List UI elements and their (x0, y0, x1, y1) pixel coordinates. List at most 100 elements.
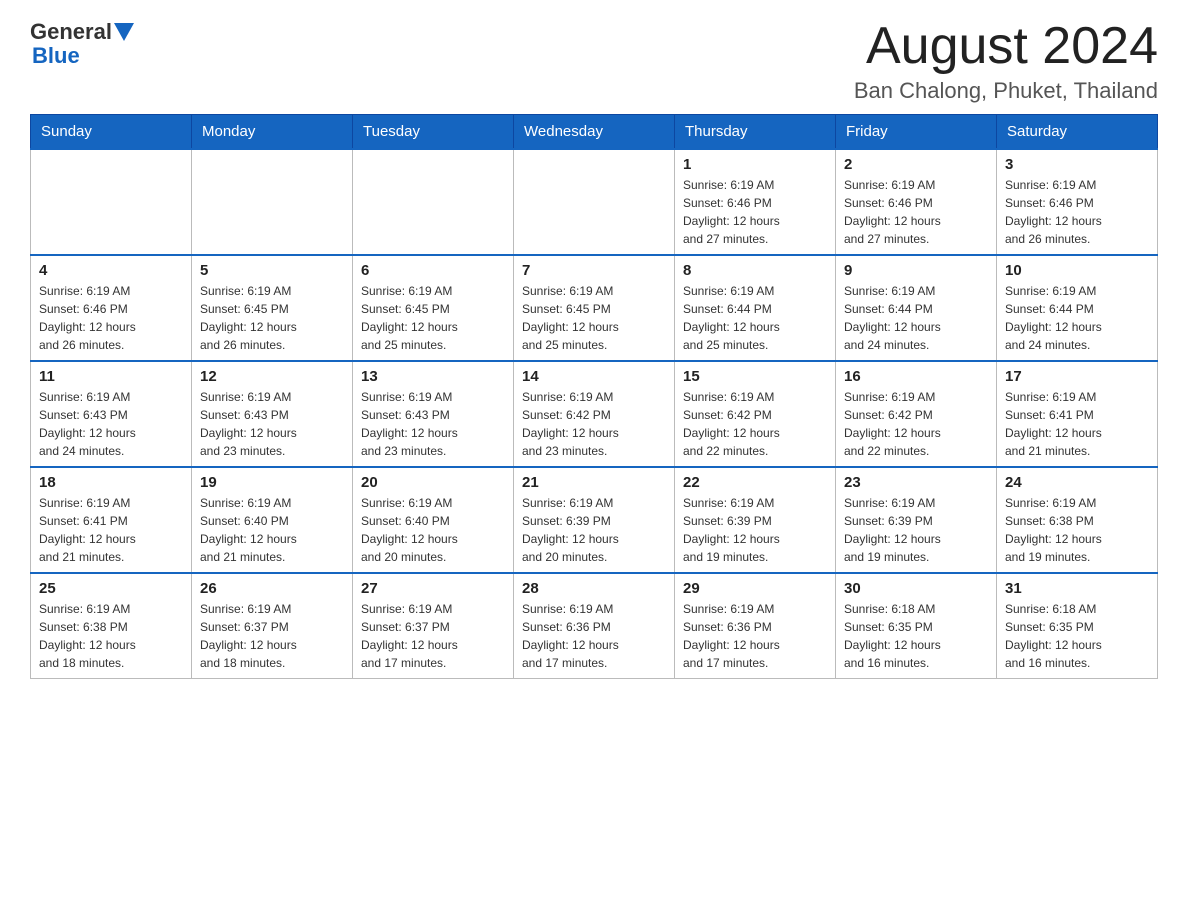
day-info: Sunrise: 6:19 AM Sunset: 6:36 PM Dayligh… (522, 600, 666, 672)
day-number: 26 (200, 580, 344, 597)
day-info: Sunrise: 6:19 AM Sunset: 6:40 PM Dayligh… (200, 494, 344, 566)
day-info: Sunrise: 6:19 AM Sunset: 6:46 PM Dayligh… (844, 176, 988, 248)
day-info: Sunrise: 6:19 AM Sunset: 6:39 PM Dayligh… (683, 494, 827, 566)
logo-arrow-icon (114, 23, 134, 43)
day-info: Sunrise: 6:19 AM Sunset: 6:43 PM Dayligh… (361, 388, 505, 460)
week-row-5: 25Sunrise: 6:19 AM Sunset: 6:38 PM Dayli… (31, 573, 1158, 679)
day-cell: 31 Sunrise: 6:18 AM Sunset: 6:35 PM Dayli… (997, 573, 1158, 679)
day-cell: 23 Sunrise: 6:19 AM Sunset: 6:39 PM Dayli… (836, 467, 997, 573)
day-info: Sunrise: 6:19 AM Sunset: 6:44 PM Dayligh… (844, 282, 988, 354)
day-info: Sunrise: 6:19 AM Sunset: 6:41 PM Dayligh… (1005, 388, 1149, 460)
day-number: 9 (844, 262, 988, 279)
weekday-header-sunday: Sunday (31, 115, 192, 150)
week-row-3: 11Sunrise: 6:19 AM Sunset: 6:43 PM Dayli… (31, 361, 1158, 467)
day-info: Sunrise: 6:19 AM Sunset: 6:45 PM Dayligh… (361, 282, 505, 354)
day-cell (514, 149, 675, 255)
day-info: Sunrise: 6:19 AM Sunset: 6:38 PM Dayligh… (39, 600, 183, 672)
weekday-header-friday: Friday (836, 115, 997, 150)
day-info: Sunrise: 6:19 AM Sunset: 6:46 PM Dayligh… (1005, 176, 1149, 248)
day-cell: 2Sunrise: 6:19 AM Sunset: 6:46 PM Daylig… (836, 149, 997, 255)
day-number: 3 (1005, 156, 1149, 173)
day-info: Sunrise: 6:19 AM Sunset: 6:43 PM Dayligh… (39, 388, 183, 460)
weekday-header-row: SundayMondayTuesdayWednesdayThursdayFrid… (31, 115, 1158, 150)
day-info: Sunrise: 6:19 AM Sunset: 6:39 PM Dayligh… (522, 494, 666, 566)
day-cell: 20 Sunrise: 6:19 AM Sunset: 6:40 PM Dayli… (353, 467, 514, 573)
day-number: 28 (522, 580, 666, 597)
day-cell: 27Sunrise: 6:19 AM Sunset: 6:37 PM Dayli… (353, 573, 514, 679)
day-number: 24 (1005, 474, 1149, 491)
weekday-header-tuesday: Tuesday (353, 115, 514, 150)
day-cell: 30 Sunrise: 6:18 AM Sunset: 6:35 PM Dayli… (836, 573, 997, 679)
day-cell: 29Sunrise: 6:19 AM Sunset: 6:36 PM Dayli… (675, 573, 836, 679)
day-number: 13 (361, 368, 505, 385)
page-header: General Blue August 2024 Ban Chalong, Ph… (30, 20, 1158, 104)
day-cell (353, 149, 514, 255)
day-number: 21 (522, 474, 666, 491)
day-number: 5 (200, 262, 344, 279)
day-cell: 10Sunrise: 6:19 AM Sunset: 6:44 PM Dayli… (997, 255, 1158, 361)
day-cell: 12 Sunrise: 6:19 AM Sunset: 6:43 PM Dayli… (192, 361, 353, 467)
logo-blue-text: Blue (32, 44, 134, 68)
day-info: Sunrise: 6:19 AM Sunset: 6:45 PM Dayligh… (200, 282, 344, 354)
day-number: 20 (361, 474, 505, 491)
day-cell: 15 Sunrise: 6:19 AM Sunset: 6:42 PM Dayli… (675, 361, 836, 467)
day-number: 15 (683, 368, 827, 385)
day-info: Sunrise: 6:19 AM Sunset: 6:41 PM Dayligh… (39, 494, 183, 566)
day-number: 23 (844, 474, 988, 491)
day-info: Sunrise: 6:19 AM Sunset: 6:42 PM Dayligh… (683, 388, 827, 460)
day-number: 14 (522, 368, 666, 385)
day-number: 8 (683, 262, 827, 279)
week-row-2: 4 Sunrise: 6:19 AM Sunset: 6:46 PM Daylig… (31, 255, 1158, 361)
day-cell: 17 Sunrise: 6:19 AM Sunset: 6:41 PM Dayli… (997, 361, 1158, 467)
day-number: 29 (683, 580, 827, 597)
day-cell: 16 Sunrise: 6:19 AM Sunset: 6:42 PM Dayli… (836, 361, 997, 467)
weekday-header-wednesday: Wednesday (514, 115, 675, 150)
day-cell: 3 Sunrise: 6:19 AM Sunset: 6:46 PM Daylig… (997, 149, 1158, 255)
day-number: 30 (844, 580, 988, 597)
day-info: Sunrise: 6:19 AM Sunset: 6:38 PM Dayligh… (1005, 494, 1149, 566)
day-info: Sunrise: 6:19 AM Sunset: 6:40 PM Dayligh… (361, 494, 505, 566)
weekday-header-monday: Monday (192, 115, 353, 150)
location-title: Ban Chalong, Phuket, Thailand (854, 78, 1158, 104)
day-info: Sunrise: 6:19 AM Sunset: 6:43 PM Dayligh… (200, 388, 344, 460)
day-cell: 8 Sunrise: 6:19 AM Sunset: 6:44 PM Daylig… (675, 255, 836, 361)
logo: General Blue (30, 20, 134, 68)
day-info: Sunrise: 6:19 AM Sunset: 6:39 PM Dayligh… (844, 494, 988, 566)
day-info: Sunrise: 6:19 AM Sunset: 6:44 PM Dayligh… (683, 282, 827, 354)
month-title: August 2024 (854, 20, 1158, 72)
day-number: 16 (844, 368, 988, 385)
day-number: 12 (200, 368, 344, 385)
logo-general-text: General (30, 20, 112, 44)
day-number: 22 (683, 474, 827, 491)
day-number: 10 (1005, 262, 1149, 279)
day-number: 18 (39, 474, 183, 491)
day-info: Sunrise: 6:19 AM Sunset: 6:46 PM Dayligh… (683, 176, 827, 248)
day-info: Sunrise: 6:19 AM Sunset: 6:37 PM Dayligh… (200, 600, 344, 672)
day-cell: 1 Sunrise: 6:19 AM Sunset: 6:46 PM Daylig… (675, 149, 836, 255)
day-cell: 19 Sunrise: 6:19 AM Sunset: 6:40 PM Dayli… (192, 467, 353, 573)
day-info: Sunrise: 6:18 AM Sunset: 6:35 PM Dayligh… (1005, 600, 1149, 672)
day-cell: 22 Sunrise: 6:19 AM Sunset: 6:39 PM Dayli… (675, 467, 836, 573)
day-cell: 9 Sunrise: 6:19 AM Sunset: 6:44 PM Daylig… (836, 255, 997, 361)
day-cell: 11Sunrise: 6:19 AM Sunset: 6:43 PM Dayli… (31, 361, 192, 467)
day-number: 17 (1005, 368, 1149, 385)
day-cell: 6Sunrise: 6:19 AM Sunset: 6:45 PM Daylig… (353, 255, 514, 361)
day-number: 31 (1005, 580, 1149, 597)
week-row-4: 18 Sunrise: 6:19 AM Sunset: 6:41 PM Dayli… (31, 467, 1158, 573)
day-number: 4 (39, 262, 183, 279)
day-cell: 26 Sunrise: 6:19 AM Sunset: 6:37 PM Dayli… (192, 573, 353, 679)
day-number: 27 (361, 580, 505, 597)
day-number: 1 (683, 156, 827, 173)
day-cell: 14Sunrise: 6:19 AM Sunset: 6:42 PM Dayli… (514, 361, 675, 467)
day-cell: 28 Sunrise: 6:19 AM Sunset: 6:36 PM Dayli… (514, 573, 675, 679)
day-info: Sunrise: 6:19 AM Sunset: 6:42 PM Dayligh… (844, 388, 988, 460)
day-info: Sunrise: 6:18 AM Sunset: 6:35 PM Dayligh… (844, 600, 988, 672)
day-cell: 25Sunrise: 6:19 AM Sunset: 6:38 PM Dayli… (31, 573, 192, 679)
day-cell: 13 Sunrise: 6:19 AM Sunset: 6:43 PM Dayli… (353, 361, 514, 467)
day-info: Sunrise: 6:19 AM Sunset: 6:46 PM Dayligh… (39, 282, 183, 354)
week-row-1: 1 Sunrise: 6:19 AM Sunset: 6:46 PM Daylig… (31, 149, 1158, 255)
day-cell: 5 Sunrise: 6:19 AM Sunset: 6:45 PM Daylig… (192, 255, 353, 361)
day-cell (31, 149, 192, 255)
day-number: 19 (200, 474, 344, 491)
day-info: Sunrise: 6:19 AM Sunset: 6:45 PM Dayligh… (522, 282, 666, 354)
